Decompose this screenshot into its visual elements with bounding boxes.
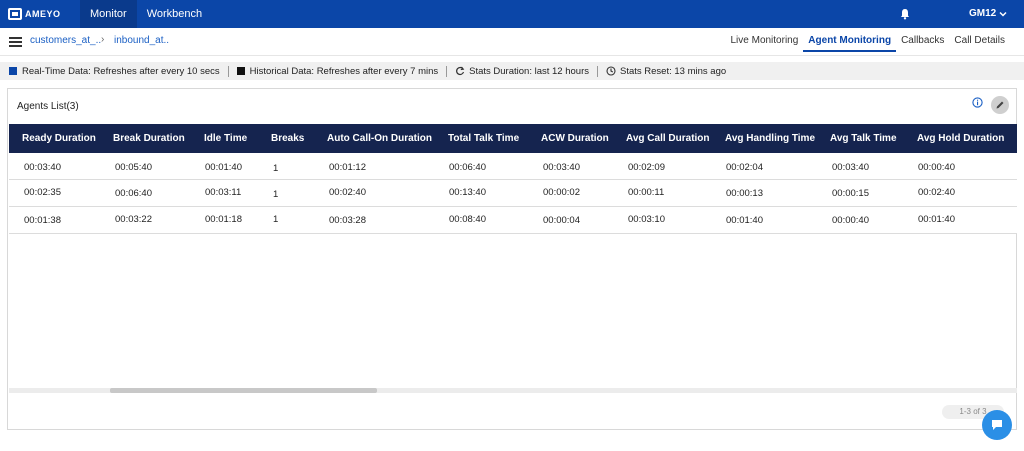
reset-stat: Stats Reset: 13 mins ago [606, 66, 726, 77]
divider [597, 65, 598, 77]
table-cell: 00:02:04 [726, 162, 763, 173]
panel-title: Agents List(3) [17, 101, 79, 112]
breadcrumb-campaign[interactable]: customers_at_.. [30, 35, 101, 46]
top-navbar: AMEYO Monitor Workbench GM12 [0, 0, 1024, 28]
column-header[interactable]: Avg Call Duration [626, 133, 710, 144]
tab-callbacks[interactable]: Callbacks [896, 28, 949, 52]
table-cell: 1 [273, 214, 279, 225]
realtime-stat: Real-Time Data: Refreshes after every 10… [9, 66, 220, 77]
agents-table: Ready Duration Break Duration Idle Time … [9, 124, 1017, 234]
chat-button[interactable] [982, 410, 1012, 440]
historical-legend-square [236, 67, 245, 75]
horizontal-scrollbar[interactable] [9, 388, 1017, 393]
clock-icon [606, 66, 616, 76]
table-cell: 00:00:40 [832, 215, 869, 226]
table-cell: 00:00:11 [628, 187, 665, 198]
table-cell: 00:03:40 [543, 162, 580, 173]
table-cell: 1 [273, 163, 279, 174]
divider [227, 65, 229, 77]
table-cell: 00:02:40 [329, 187, 366, 198]
table-cell: 00:01:18 [205, 214, 242, 225]
table-cell: 00:00:02 [543, 187, 580, 198]
hamburger-menu-icon[interactable] [9, 37, 22, 47]
table-cell: 00:03:40 [832, 162, 869, 173]
table-cell: 00:03:40 [24, 162, 61, 173]
table-cell: 00:02:35 [24, 187, 61, 198]
chat-bubble-icon [992, 420, 1002, 430]
table-cell: 00:01:40 [205, 162, 242, 173]
tab-agent-monitoring[interactable]: Agent Monitoring [803, 28, 897, 52]
column-header[interactable]: Breaks [271, 133, 304, 144]
table-cell: 00:02:09 [628, 162, 665, 173]
table-cell: 00:06:40 [449, 162, 486, 173]
table-cell: 00:00:15 [832, 188, 869, 199]
chevron-down-icon[interactable] [998, 9, 1008, 19]
column-header[interactable]: Avg Talk Time [830, 133, 897, 144]
column-header[interactable]: Ready Duration [22, 133, 96, 144]
scrollbar-thumb[interactable] [110, 388, 377, 393]
table-cell: 00:06:40 [115, 188, 152, 199]
view-tabs: Live Monitoring Agent Monitoring Callbac… [725, 28, 1010, 52]
table-cell: 00:00:40 [918, 162, 955, 173]
agents-list-panel: Agents List(3) Ready Duration Break Dura… [7, 88, 1017, 430]
table-cell: 00:03:11 [205, 187, 242, 198]
nav-tab-monitor[interactable]: Monitor [80, 0, 137, 28]
ameyo-logo-icon [8, 8, 22, 20]
column-header[interactable]: Avg Handling Time [725, 133, 815, 144]
table-cell: 00:01:40 [726, 215, 763, 226]
table-cell: 00:00:04 [543, 215, 580, 226]
logo-text: AMEYO [25, 9, 61, 19]
table-header: Ready Duration Break Duration Idle Time … [9, 124, 1017, 153]
divider [446, 65, 448, 77]
historical-stat: Historical Data: Refreshes after every 7… [236, 65, 439, 77]
column-header[interactable]: Avg Hold Duration [917, 133, 1004, 144]
table-cell: 1 [273, 189, 279, 200]
stats-bar: Real-Time Data: Refreshes after every 10… [0, 62, 1024, 80]
table-cell: 00:03:22 [115, 214, 152, 225]
table-row[interactable]: 00:02:35 00:06:40 00:03:11 1 00:02:40 00… [9, 180, 1017, 207]
realtime-text: Real-Time Data: Refreshes after every 10… [22, 65, 220, 77]
column-header[interactable]: Idle Time [204, 133, 247, 144]
table-cell: 00:01:40 [918, 214, 955, 225]
column-header[interactable]: Break Duration [113, 133, 185, 144]
table-cell: 00:03:10 [628, 214, 665, 225]
duration-stat: Stats Duration: last 12 hours [455, 66, 589, 77]
historical-text: Historical Data: Refreshes after every 7… [249, 65, 439, 77]
table-cell: 00:13:40 [449, 187, 486, 198]
nav-tab-workbench[interactable]: Workbench [137, 0, 212, 28]
table-cell: 00:01:12 [329, 162, 366, 173]
pencil-icon [996, 101, 1004, 109]
chevron-right-icon: › [101, 34, 105, 45]
breadcrumb-queue[interactable]: inbound_at.. [114, 35, 169, 46]
tab-live-monitoring[interactable]: Live Monitoring [725, 28, 803, 52]
column-header[interactable]: Total Talk Time [448, 133, 519, 144]
table-row[interactable]: 00:03:40 00:05:40 00:01:40 1 00:01:12 00… [9, 153, 1017, 180]
duration-text: Stats Duration: last 12 hours [469, 65, 589, 77]
notification-bell-icon[interactable] [899, 8, 911, 20]
edit-columns-button[interactable] [991, 96, 1009, 114]
refresh-icon [456, 66, 465, 76]
info-icon[interactable] [972, 97, 983, 108]
tab-call-details[interactable]: Call Details [949, 28, 1010, 52]
table-cell: 00:00:13 [726, 188, 763, 199]
sub-navbar: customers_at_.. › inbound_at.. Live Moni… [0, 28, 1024, 56]
column-header[interactable]: ACW Duration [541, 133, 609, 144]
realtime-legend-square [9, 67, 17, 75]
table-cell: 00:05:40 [115, 162, 152, 173]
table-cell: 00:03:28 [329, 215, 366, 226]
table-cell: 00:02:40 [918, 187, 955, 198]
reset-text: Stats Reset: 13 mins ago [620, 65, 727, 77]
column-header[interactable]: Auto Call-On Duration [327, 133, 432, 144]
table-row[interactable]: 00:01:38 00:03:22 00:01:18 1 00:03:28 00… [9, 207, 1017, 234]
table-cell: 00:01:38 [24, 215, 61, 226]
user-menu[interactable]: GM12 [969, 0, 996, 28]
app-logo[interactable]: AMEYO [0, 0, 80, 28]
table-cell: 00:08:40 [449, 214, 486, 225]
